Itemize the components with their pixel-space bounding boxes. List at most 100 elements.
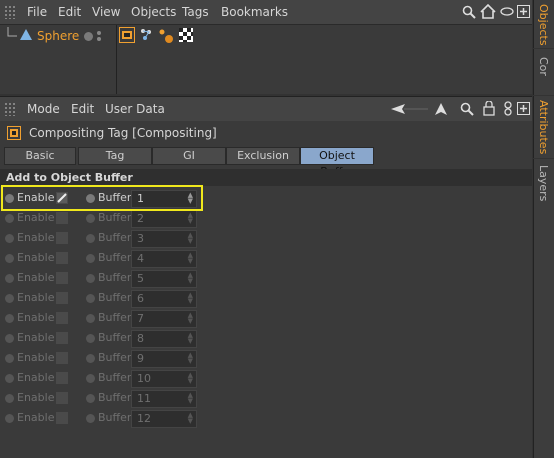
buffer-number-field[interactable]: 6 ▲ ▼ bbox=[131, 290, 197, 308]
tab-exclusion[interactable]: Exclusion bbox=[226, 147, 300, 165]
stepper-arrows-icon[interactable]: ▲ ▼ bbox=[188, 312, 193, 325]
lock-icon[interactable] bbox=[483, 101, 495, 116]
stepper-arrows-icon[interactable]: ▲ ▼ bbox=[188, 412, 193, 425]
side-tab-layers-label: Layers bbox=[537, 165, 550, 202]
render-dot-top-icon[interactable] bbox=[97, 31, 101, 35]
enable-animation-dot-icon[interactable] bbox=[5, 274, 14, 283]
tab-basic[interactable]: Basic bbox=[4, 147, 76, 165]
buffer-animation-dot-icon[interactable] bbox=[86, 234, 95, 243]
buffer-number-field[interactable]: 7 ▲ ▼ bbox=[131, 310, 197, 328]
menu-user-data[interactable]: User Data bbox=[105, 102, 165, 116]
enable-animation-dot-icon[interactable] bbox=[5, 294, 14, 303]
buffer-animation-dot-icon[interactable] bbox=[86, 374, 95, 383]
buffer-number-field[interactable]: 4 ▲ ▼ bbox=[131, 250, 197, 268]
menu-edit[interactable]: Edit bbox=[58, 5, 81, 19]
buffer-number-field[interactable]: 9 ▲ ▼ bbox=[131, 350, 197, 368]
enable-animation-dot-icon[interactable] bbox=[5, 374, 14, 383]
object-row-sphere[interactable]: Sphere bbox=[0, 25, 116, 46]
buffer-animation-dot-icon[interactable] bbox=[86, 274, 95, 283]
enable-animation-dot-icon[interactable] bbox=[5, 394, 14, 403]
enable-checkbox[interactable] bbox=[56, 232, 68, 244]
tab-object-buffer[interactable]: Object Buffer bbox=[300, 147, 374, 178]
texture-tag-icon[interactable] bbox=[178, 27, 194, 43]
render-dot-bottom-icon[interactable] bbox=[97, 37, 101, 41]
tab-gi[interactable]: GI bbox=[152, 147, 226, 165]
stepper-arrows-icon[interactable]: ▲ ▼ bbox=[188, 392, 193, 405]
buffer-value: 9 bbox=[137, 352, 144, 365]
tab-tag[interactable]: Tag bbox=[78, 147, 152, 165]
buffer-animation-dot-icon[interactable] bbox=[86, 414, 95, 423]
compositing-tag-icon[interactable] bbox=[119, 27, 135, 43]
stepper-arrows-icon[interactable]: ▲ ▼ bbox=[188, 292, 193, 305]
forward-arrow-icon[interactable] bbox=[434, 102, 448, 116]
visibility-dot-icon[interactable] bbox=[84, 32, 93, 41]
back-arrow-icon[interactable] bbox=[390, 103, 430, 117]
menu-edit[interactable]: Edit bbox=[71, 102, 94, 116]
buffer-number-field[interactable]: 5 ▲ ▼ bbox=[131, 270, 197, 288]
phong-tag-icon[interactable] bbox=[139, 27, 155, 43]
buffer-number-field[interactable]: 10 ▲ ▼ bbox=[131, 370, 197, 388]
buffer-number-field[interactable]: 3 ▲ ▼ bbox=[131, 230, 197, 248]
drag-grip-icon[interactable] bbox=[4, 102, 16, 116]
stepper-arrows-icon[interactable]: ▲ ▼ bbox=[188, 352, 193, 365]
stepper-arrows-icon[interactable]: ▲ ▼ bbox=[188, 232, 193, 245]
enable-checkbox[interactable] bbox=[56, 292, 68, 304]
search-icon[interactable] bbox=[460, 102, 474, 116]
home-icon[interactable] bbox=[480, 4, 496, 19]
eye-icon[interactable] bbox=[500, 7, 514, 16]
buffer-number-field[interactable]: 8 ▲ ▼ bbox=[131, 330, 197, 348]
tree-line-icon bbox=[7, 27, 17, 37]
buffer-row: Enable Buffer 8 ▲ ▼ bbox=[0, 328, 532, 348]
enable-animation-dot-icon[interactable] bbox=[5, 314, 14, 323]
drag-grip-icon[interactable] bbox=[4, 5, 16, 19]
side-tab-objects[interactable]: Objects bbox=[533, 0, 554, 48]
buffer-number-field[interactable]: 12 ▲ ▼ bbox=[131, 410, 197, 428]
enable-checkbox[interactable] bbox=[56, 332, 68, 344]
enable-checkbox[interactable] bbox=[56, 412, 68, 424]
enable-animation-dot-icon[interactable] bbox=[5, 234, 14, 243]
new-panel-icon[interactable] bbox=[517, 102, 530, 115]
link-icon[interactable] bbox=[503, 101, 513, 116]
enable-checkbox[interactable] bbox=[56, 392, 68, 404]
enable-checkbox[interactable] bbox=[56, 372, 68, 384]
side-tab-layers[interactable]: Layers bbox=[533, 159, 554, 458]
enable-label: Enable bbox=[17, 291, 55, 304]
buffer-number-field[interactable]: 2 ▲ ▼ bbox=[131, 210, 197, 228]
side-tab-content-browser[interactable]: Cor bbox=[533, 49, 554, 95]
material-tag-icon[interactable] bbox=[158, 28, 174, 44]
enable-checkbox[interactable] bbox=[56, 312, 68, 324]
stepper-arrows-icon[interactable]: ▲ ▼ bbox=[188, 212, 193, 225]
enable-checkbox[interactable] bbox=[56, 352, 68, 364]
menu-bookmarks[interactable]: Bookmarks bbox=[221, 5, 288, 19]
stepper-arrows-icon[interactable]: ▲ ▼ bbox=[188, 252, 193, 265]
stepper-arrows-icon[interactable]: ▲ ▼ bbox=[188, 332, 193, 345]
menu-file[interactable]: File bbox=[27, 5, 47, 19]
buffer-animation-dot-icon[interactable] bbox=[86, 394, 95, 403]
enable-animation-dot-icon[interactable] bbox=[5, 334, 14, 343]
buffer-animation-dot-icon[interactable] bbox=[86, 294, 95, 303]
stepper-arrows-icon[interactable]: ▲ ▼ bbox=[188, 372, 193, 385]
menu-tags[interactable]: Tags bbox=[182, 5, 209, 19]
enable-animation-dot-icon[interactable] bbox=[5, 254, 14, 263]
buffer-number-field[interactable]: 11 ▲ ▼ bbox=[131, 390, 197, 408]
buffer-animation-dot-icon[interactable] bbox=[86, 334, 95, 343]
buffer-animation-dot-icon[interactable] bbox=[86, 214, 95, 223]
search-icon[interactable] bbox=[462, 5, 476, 19]
stepper-arrows-icon[interactable]: ▲ ▼ bbox=[188, 272, 193, 285]
menu-mode[interactable]: Mode bbox=[27, 102, 60, 116]
enable-label: Enable bbox=[17, 231, 55, 244]
enable-animation-dot-icon[interactable] bbox=[5, 214, 14, 223]
menu-view[interactable]: View bbox=[92, 5, 120, 19]
enable-checkbox[interactable] bbox=[56, 272, 68, 284]
object-name[interactable]: Sphere bbox=[37, 29, 79, 43]
buffer-animation-dot-icon[interactable] bbox=[86, 354, 95, 363]
menu-objects[interactable]: Objects bbox=[131, 5, 176, 19]
buffer-animation-dot-icon[interactable] bbox=[86, 254, 95, 263]
side-tab-attributes[interactable]: Attributes bbox=[533, 96, 554, 158]
enable-checkbox[interactable] bbox=[56, 252, 68, 264]
enable-checkbox[interactable] bbox=[56, 212, 68, 224]
enable-animation-dot-icon[interactable] bbox=[5, 414, 14, 423]
buffer-animation-dot-icon[interactable] bbox=[86, 314, 95, 323]
enable-animation-dot-icon[interactable] bbox=[5, 354, 14, 363]
new-panel-icon[interactable] bbox=[517, 5, 530, 18]
